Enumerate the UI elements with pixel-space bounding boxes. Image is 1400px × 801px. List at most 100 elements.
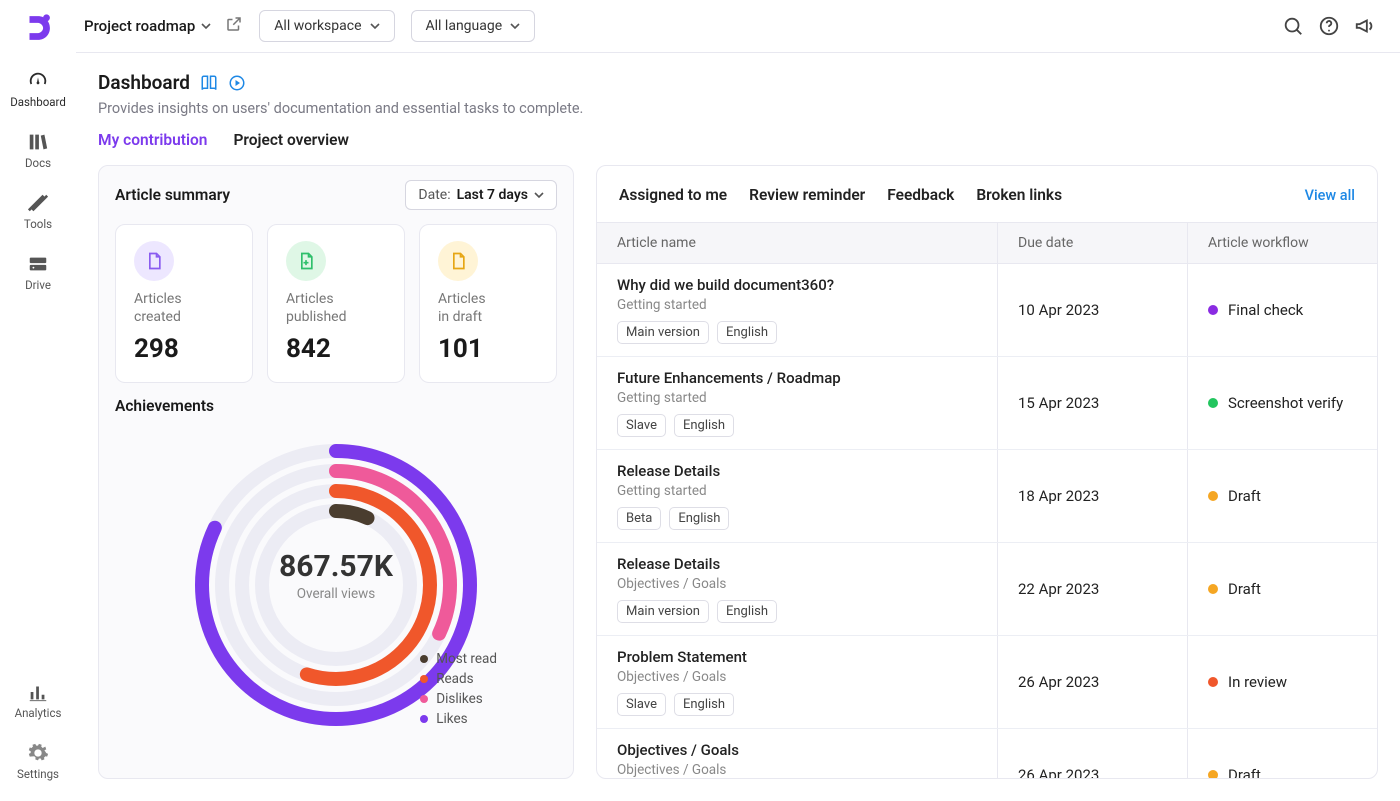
article-title: Why did we build document360? bbox=[617, 276, 977, 294]
drive-icon bbox=[27, 253, 49, 275]
col-due-date: Due date bbox=[997, 223, 1187, 263]
language-label: All language bbox=[426, 18, 503, 34]
article-title: Objectives / Goals bbox=[617, 741, 977, 759]
table-row[interactable]: Future Enhancements / Roadmap Getting st… bbox=[597, 357, 1377, 450]
due-date: 10 Apr 2023 bbox=[1018, 276, 1167, 344]
col-article-name: Article name bbox=[597, 223, 997, 263]
chevron-down-icon bbox=[370, 21, 380, 31]
doc-icon bbox=[134, 241, 174, 281]
chart-center-label: Overall views bbox=[279, 586, 393, 602]
app-logo[interactable] bbox=[20, 10, 56, 46]
article-category: Getting started bbox=[617, 297, 977, 313]
sidebar-item-dashboard[interactable]: Dashboard bbox=[0, 66, 76, 113]
sidebar-label: Settings bbox=[17, 767, 59, 781]
tag: Slave bbox=[617, 414, 666, 437]
tab-feedback[interactable]: Feedback bbox=[887, 186, 954, 204]
legend-label: Reads bbox=[436, 671, 473, 687]
table-header: Article name Due date Article workflow bbox=[597, 222, 1377, 264]
stat-label: Articlespublished bbox=[286, 291, 386, 326]
achievements-chart: 867.57K Overall views Most read Reads Di… bbox=[115, 415, 557, 735]
sidebar-label: Analytics bbox=[15, 706, 62, 720]
tab-broken-links[interactable]: Broken links bbox=[976, 186, 1062, 204]
workflow-status: Final check bbox=[1208, 276, 1357, 344]
doc-plus-icon bbox=[286, 241, 326, 281]
article-title: Release Details bbox=[617, 555, 977, 573]
sidebar-item-tools[interactable]: Tools bbox=[0, 188, 76, 235]
tag: English bbox=[669, 507, 729, 530]
page-subtitle: Provides insights on users' documentatio… bbox=[98, 100, 1378, 117]
announce-icon[interactable] bbox=[1354, 15, 1376, 37]
status-dot-icon bbox=[1208, 491, 1218, 501]
due-date: 26 Apr 2023 bbox=[1018, 648, 1167, 716]
project-name: Project roadmap bbox=[84, 17, 195, 35]
legend-dot bbox=[420, 655, 428, 663]
status-dot-icon bbox=[1208, 305, 1218, 315]
status-dot-icon bbox=[1208, 584, 1218, 594]
sidebar-item-analytics[interactable]: Analytics bbox=[0, 677, 76, 724]
language-selector[interactable]: All language bbox=[411, 10, 536, 42]
play-circle-icon[interactable] bbox=[228, 74, 246, 92]
table-row[interactable]: Why did we build document360? Getting st… bbox=[597, 264, 1377, 357]
date-value: Last 7 days bbox=[457, 187, 528, 203]
sidebar-label: Dashboard bbox=[10, 95, 66, 109]
tag: English bbox=[717, 321, 777, 344]
workflow-status: Draft bbox=[1208, 555, 1357, 623]
article-category: Getting started bbox=[617, 483, 977, 499]
analytics-icon bbox=[27, 681, 49, 703]
tab-project-overview[interactable]: Project overview bbox=[233, 131, 348, 155]
stat-articles-published: Articlespublished 842 bbox=[267, 224, 405, 383]
workspace-label: All workspace bbox=[274, 18, 361, 34]
chart-legend: Most read Reads Dislikes Likes bbox=[420, 647, 497, 727]
gear-icon bbox=[27, 742, 49, 764]
stat-value: 842 bbox=[286, 334, 386, 364]
article-title: Problem Statement bbox=[617, 648, 977, 666]
doc-draft-icon bbox=[438, 241, 478, 281]
table-row[interactable]: Release Details Objectives / Goals Main … bbox=[597, 543, 1377, 636]
sidebar: Dashboard Docs Tools Drive Analytics bbox=[0, 0, 76, 801]
stat-articles-created: Articlescreated 298 bbox=[115, 224, 253, 383]
book-icon[interactable] bbox=[200, 74, 218, 92]
external-link-icon[interactable] bbox=[225, 15, 243, 37]
article-category: Objectives / Goals bbox=[617, 576, 977, 592]
article-category: Objectives / Goals bbox=[617, 669, 977, 685]
legend-label: Most read bbox=[436, 651, 497, 667]
table-row[interactable]: Release Details Getting started Beta Engl… bbox=[597, 450, 1377, 543]
date-range-selector[interactable]: Date: Last 7 days bbox=[405, 180, 557, 210]
help-icon[interactable] bbox=[1318, 15, 1340, 37]
tools-icon bbox=[27, 192, 49, 214]
status-dot-icon bbox=[1208, 770, 1218, 778]
sidebar-item-drive[interactable]: Drive bbox=[0, 249, 76, 296]
article-title: Future Enhancements / Roadmap bbox=[617, 369, 977, 387]
stat-articles-draft: Articlesin draft 101 bbox=[419, 224, 557, 383]
table-row[interactable]: Problem Statement Objectives / Goals Sla… bbox=[597, 636, 1377, 729]
gauge-icon bbox=[27, 70, 49, 92]
table-row[interactable]: Objectives / Goals Objectives / Goals Ma… bbox=[597, 729, 1377, 778]
status-dot-icon bbox=[1208, 398, 1218, 408]
due-date: 26 Apr 2023 bbox=[1018, 741, 1167, 778]
workflow-status: In review bbox=[1208, 648, 1357, 716]
topbar: Project roadmap All workspace All langua… bbox=[76, 0, 1400, 53]
chevron-down-icon bbox=[510, 21, 520, 31]
stat-label: Articlescreated bbox=[134, 291, 234, 326]
dashboard-tabs: My contribution Project overview bbox=[98, 131, 1378, 155]
tag: Main version bbox=[617, 600, 709, 623]
tab-my-contribution[interactable]: My contribution bbox=[98, 131, 207, 155]
workspace-selector[interactable]: All workspace bbox=[259, 10, 394, 42]
search-icon[interactable] bbox=[1282, 15, 1304, 37]
legend-dot bbox=[420, 715, 428, 723]
col-workflow: Article workflow bbox=[1187, 223, 1377, 263]
view-all-link[interactable]: View all bbox=[1305, 187, 1355, 204]
project-selector[interactable]: Project roadmap bbox=[84, 17, 211, 35]
status-dot-icon bbox=[1208, 677, 1218, 687]
sidebar-item-docs[interactable]: Docs bbox=[0, 127, 76, 174]
books-icon bbox=[27, 131, 49, 153]
stat-value: 298 bbox=[134, 334, 234, 364]
tag: Beta bbox=[617, 507, 661, 530]
sidebar-item-settings[interactable]: Settings bbox=[0, 738, 76, 785]
dashboard-header: Dashboard Provides insights on users' do… bbox=[76, 53, 1400, 155]
tab-review-reminder[interactable]: Review reminder bbox=[749, 186, 865, 204]
sidebar-label: Drive bbox=[25, 278, 51, 292]
article-title: Release Details bbox=[617, 462, 977, 480]
tab-assigned-to-me[interactable]: Assigned to me bbox=[619, 186, 727, 204]
achievements-title: Achievements bbox=[115, 397, 557, 415]
